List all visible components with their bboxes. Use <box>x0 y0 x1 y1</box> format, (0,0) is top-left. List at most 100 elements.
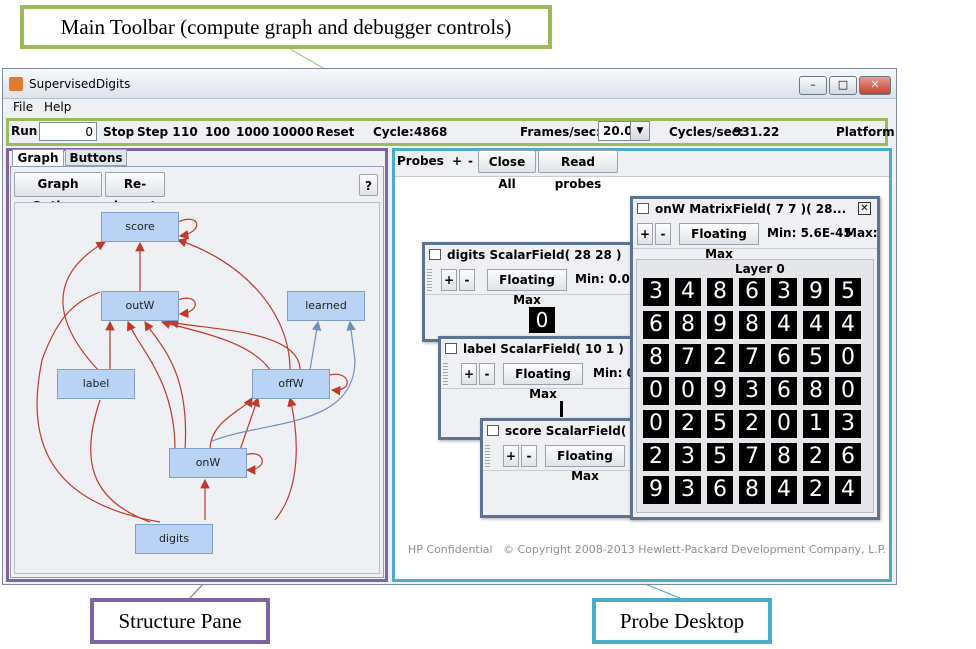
graph-node-outw[interactable]: outW <box>101 291 179 321</box>
probe-onw-titlebar[interactable]: onW MatrixField( 7 7 )( 28... ✕ <box>633 199 877 220</box>
reset-button[interactable]: Reset <box>316 125 354 139</box>
weight-image-cell: 3 <box>739 377 765 405</box>
probe-window-score[interactable]: score ScalarField( ) + - Floating Max <box>480 418 640 518</box>
tab-buttons-label: Buttons <box>69 151 123 165</box>
cycle-value: 4868 <box>414 125 448 139</box>
probe-label-titlebar[interactable]: label ScalarField( 10 1 ) <box>441 339 635 360</box>
probe-digits-image: 0 <box>529 307 555 333</box>
weight-image-cell: 6 <box>835 443 861 471</box>
weight-image-cell: 8 <box>771 443 797 471</box>
drag-handle-icon[interactable] <box>443 363 448 385</box>
graph-options-button[interactable]: Graph Options <box>14 172 102 213</box>
probe-digits-plus-button[interactable]: + <box>441 269 457 291</box>
probe-score-plus-button[interactable]: + <box>503 445 519 467</box>
close-all-button[interactable]: Close All <box>478 150 536 191</box>
menu-help[interactable]: Help <box>44 100 71 114</box>
weight-image-cell: 1 <box>803 410 829 438</box>
run-button[interactable]: Run <box>11 122 37 142</box>
menu-file[interactable]: File <box>13 100 33 114</box>
weight-image-cell: 5 <box>707 410 733 438</box>
probe-label-minus-button[interactable]: - <box>479 363 495 385</box>
probe-score-minus-button[interactable]: - <box>521 445 537 467</box>
help-button[interactable]: ? <box>359 174 378 196</box>
graph-node-offw[interactable]: offW <box>252 369 330 399</box>
graph-node-label[interactable]: label <box>57 369 135 399</box>
frames-per-sec-select[interactable]: 20.0 ▼ <box>598 121 650 141</box>
cycles-per-sec-value: 931.22 <box>733 125 780 139</box>
remove-probe-button[interactable]: - <box>468 154 473 168</box>
probe-onw-minus-button[interactable]: - <box>655 223 671 245</box>
step-1-button[interactable]: Step 1 <box>137 125 181 139</box>
tab-buttons[interactable]: Buttons <box>65 149 127 166</box>
step-10000-button[interactable]: 10000 <box>272 125 314 139</box>
probe-onw-max: Max: <box>845 226 878 240</box>
probe-digits-floating-max-button[interactable]: Floating Max <box>487 269 567 307</box>
weight-image-cell: 4 <box>803 311 829 339</box>
weight-image-cell: 3 <box>675 476 701 504</box>
weight-image-cell: 4 <box>835 476 861 504</box>
chevron-down-icon[interactable]: ▼ <box>630 122 649 140</box>
probe-score-title: score ScalarField( ) <box>505 424 637 438</box>
step-10-button[interactable]: 10 <box>181 125 198 139</box>
graph-node-score[interactable]: score <box>101 212 179 242</box>
maximize-button[interactable]: □ <box>829 76 857 95</box>
weight-image-cell: 0 <box>771 410 797 438</box>
read-probes-button[interactable]: Read probes <box>538 150 618 191</box>
graph-node-learned[interactable]: learned <box>287 291 365 321</box>
probe-onw-floating-max-button[interactable]: Floating Max <box>679 223 759 261</box>
probe-label-title: label ScalarField( 10 1 ) <box>463 342 624 356</box>
probe-score-controls: + - Floating Max <box>483 442 637 483</box>
weight-image-cell: 4 <box>771 311 797 339</box>
probe-digits-min: Min: 0.0 <box>575 272 630 286</box>
probe-label-plus-button[interactable]: + <box>461 363 477 385</box>
graph-node-onw[interactable]: onW <box>169 448 247 478</box>
stop-button[interactable]: Stop <box>103 125 134 139</box>
probe-window-onw[interactable]: onW MatrixField( 7 7 )( 28... ✕ + - Floa… <box>630 196 880 520</box>
weight-image-cell: 8 <box>675 311 701 339</box>
probe-score-titlebar[interactable]: score ScalarField( ) <box>483 421 637 442</box>
probe-onw-plus-button[interactable]: + <box>637 223 653 245</box>
probe-onw-layer-label: Layer 0 <box>735 262 785 276</box>
weight-image-cell: 9 <box>707 311 733 339</box>
frames-per-sec-value: 20.0 <box>603 124 633 138</box>
weight-image-cell: 4 <box>675 278 701 306</box>
graph-node-digits[interactable]: digits <box>135 524 213 554</box>
probe-onw-digit-grid: 3486395689844487276500093680025201323578… <box>643 278 869 510</box>
relayout-button[interactable]: Re-layout <box>105 172 165 213</box>
close-button[interactable]: ✕ <box>859 76 891 95</box>
weight-image-cell: 0 <box>643 410 669 438</box>
weight-image-cell: 5 <box>707 443 733 471</box>
title-bar: SupervisedDigits – □ ✕ <box>3 69 896 99</box>
graph-node-learned-label: learned <box>305 299 347 312</box>
probe-digits-titlebar[interactable]: digits ScalarField( 28 28 ) <box>425 245 639 266</box>
drag-handle-icon[interactable] <box>427 269 432 291</box>
probe-digits-minus-button[interactable]: - <box>459 269 475 291</box>
platform-button[interactable]: Platform <box>836 125 895 139</box>
weight-image-cell: 0 <box>835 377 861 405</box>
probe-label-floating-max-button[interactable]: Floating Max <box>503 363 583 401</box>
weight-image-cell: 2 <box>643 443 669 471</box>
weight-image-cell: 8 <box>643 344 669 372</box>
drag-handle-icon[interactable] <box>485 445 490 467</box>
weight-image-cell: 3 <box>643 278 669 306</box>
weight-image-cell: 2 <box>803 476 829 504</box>
probe-desktop-callout-text: Probe Desktop <box>619 608 745 633</box>
tab-graph[interactable]: Graph <box>12 149 64 167</box>
toolbar-callout: Main Toolbar (compute graph and debugger… <box>20 5 552 49</box>
graph-node-onw-label: onW <box>195 456 221 469</box>
close-icon[interactable]: ✕ <box>858 202 871 215</box>
probe-window-digits[interactable]: digits ScalarField( 28 28 ) + - Floating… <box>422 242 642 342</box>
weight-image-cell: 9 <box>707 377 733 405</box>
weight-image-cell: 9 <box>803 278 829 306</box>
step-1000-button[interactable]: 1000 <box>236 125 269 139</box>
weight-image-cell: 7 <box>739 443 765 471</box>
weight-image-cell: 2 <box>739 410 765 438</box>
add-probe-button[interactable]: + <box>452 154 462 168</box>
probe-score-floating-max-button[interactable]: Floating Max <box>545 445 625 483</box>
step-100-button[interactable]: 100 <box>205 125 230 139</box>
probe-onw-min: Min: 5.6E-45 <box>767 226 852 240</box>
frames-per-sec-label: Frames/sec: <box>520 125 601 139</box>
minimize-button[interactable]: – <box>799 76 827 95</box>
weight-image-cell: 6 <box>771 377 797 405</box>
step-count-input[interactable] <box>39 122 97 141</box>
